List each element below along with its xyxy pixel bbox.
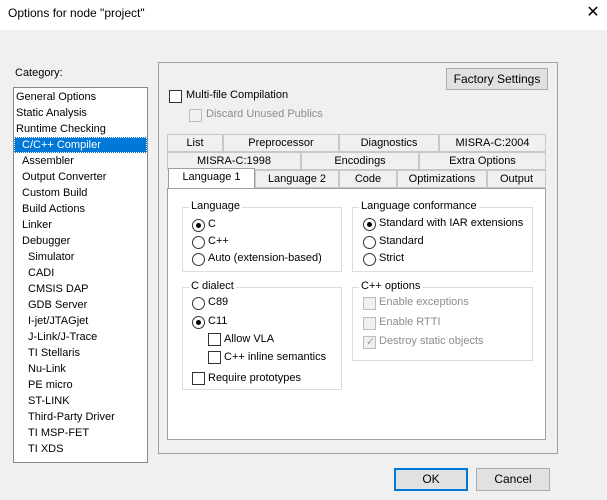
- conformance-strict-label: Strict: [379, 252, 405, 264]
- category-item-debugger[interactable]: Debugger: [14, 233, 147, 249]
- tab-output[interactable]: Output: [487, 170, 546, 188]
- discard-unused-label: Discard Unused Publics: [206, 108, 323, 120]
- tab-language-1[interactable]: Language 1: [168, 168, 255, 188]
- factory-settings-button[interactable]: Factory Settings: [446, 68, 548, 90]
- category-item-j-link[interactable]: J-Link/J-Trace: [14, 329, 147, 345]
- cpp-options-group-title: C++ options: [359, 280, 423, 292]
- language-auto-label: Auto (extension-based): [208, 252, 322, 264]
- destroy-static-label: Destroy static objects: [379, 335, 484, 347]
- checkmark-icon: ✓: [366, 336, 376, 348]
- multi-file-label: Multi-file Compilation: [186, 89, 289, 101]
- conformance-strict-radio[interactable]: [363, 253, 376, 266]
- category-item-linker[interactable]: Linker: [14, 217, 147, 233]
- language-cpp-radio[interactable]: [192, 236, 205, 249]
- require-prototypes-checkbox[interactable]: [192, 372, 205, 385]
- category-item-c-cpp-compiler[interactable]: C/C++ Compiler: [14, 137, 147, 153]
- tab-encodings[interactable]: Encodings: [301, 152, 419, 170]
- category-item-runtime-checking[interactable]: Runtime Checking: [14, 121, 147, 137]
- conformance-standard-radio[interactable]: [363, 236, 376, 249]
- tab-extra-options[interactable]: Extra Options: [419, 152, 546, 170]
- cpp-inline-checkbox[interactable]: [208, 351, 221, 364]
- enable-rtti-checkbox[interactable]: [363, 317, 376, 330]
- cpp-inline-label: C++ inline semantics: [224, 351, 327, 363]
- tab-language-2[interactable]: Language 2: [255, 170, 339, 188]
- category-label: Category:: [15, 67, 63, 79]
- dialect-c89-radio[interactable]: [192, 297, 205, 310]
- c-dialect-group-title: C dialect: [189, 280, 236, 292]
- category-item-gdb-server[interactable]: GDB Server: [14, 297, 147, 313]
- require-prototypes-label: Require prototypes: [208, 372, 301, 384]
- category-item-cadi[interactable]: CADI: [14, 265, 147, 281]
- tab-optimizations[interactable]: Optimizations: [397, 170, 487, 188]
- category-item-static-analysis[interactable]: Static Analysis: [14, 105, 147, 121]
- category-item-build-actions[interactable]: Build Actions: [14, 201, 147, 217]
- language-group-title: Language: [189, 200, 242, 212]
- radio-dot: [196, 320, 201, 325]
- tab-code[interactable]: Code: [339, 170, 397, 188]
- category-item-ti-stellaris[interactable]: TI Stellaris: [14, 345, 147, 361]
- language-c-label: C: [208, 218, 216, 230]
- category-item-simulator[interactable]: Simulator: [14, 249, 147, 265]
- language-cpp-label: C++: [208, 235, 229, 247]
- dialect-c89-label: C89: [208, 296, 229, 308]
- conformance-iar-radio[interactable]: [363, 218, 376, 231]
- tab-preprocessor[interactable]: Preprocessor: [223, 134, 339, 152]
- radio-dot: [367, 222, 372, 227]
- radio-dot: [196, 223, 201, 228]
- category-item-output-converter[interactable]: Output Converter: [14, 169, 147, 185]
- enable-rtti-label: Enable RTTI: [379, 316, 441, 328]
- close-icon[interactable]: ✕: [582, 2, 604, 24]
- enable-exceptions-checkbox[interactable]: [363, 297, 376, 310]
- enable-exceptions-label: Enable exceptions: [379, 296, 469, 308]
- discard-unused-checkbox[interactable]: [189, 109, 202, 122]
- allow-vla-label: Allow VLA: [224, 333, 275, 345]
- conformance-iar-label: Standard with IAR extensions: [379, 217, 524, 229]
- tab-misra-2004[interactable]: MISRA-C:2004: [439, 134, 546, 152]
- window-title: Options for node "project": [8, 6, 145, 20]
- ok-button[interactable]: OK: [394, 468, 468, 491]
- cancel-button[interactable]: Cancel: [476, 468, 550, 491]
- conformance-group-title: Language conformance: [359, 200, 479, 212]
- category-item-nu-link[interactable]: Nu-Link: [14, 361, 147, 377]
- language-auto-radio[interactable]: [192, 253, 205, 266]
- dialect-c11-radio[interactable]: [192, 316, 205, 329]
- language-c-radio[interactable]: [192, 219, 205, 232]
- category-item-general-options[interactable]: General Options: [14, 89, 147, 105]
- category-item-pe-micro[interactable]: PE micro: [14, 377, 147, 393]
- allow-vla-checkbox[interactable]: [208, 333, 221, 346]
- tab-diagnostics[interactable]: Diagnostics: [339, 134, 439, 152]
- multi-file-checkbox[interactable]: [169, 90, 182, 103]
- category-item-assembler[interactable]: Assembler: [14, 153, 147, 169]
- category-item-i-jet[interactable]: I-jet/JTAGjet: [14, 313, 147, 329]
- category-item-ti-msp-fet[interactable]: TI MSP-FET: [14, 425, 147, 441]
- tab-list[interactable]: List: [167, 134, 223, 152]
- destroy-static-checkbox[interactable]: ✓: [363, 336, 376, 349]
- conformance-standard-label: Standard: [379, 235, 424, 247]
- category-item-ti-xds[interactable]: TI XDS: [14, 441, 147, 457]
- category-item-st-link[interactable]: ST-LINK: [14, 393, 147, 409]
- category-item-cmsis-dap[interactable]: CMSIS DAP: [14, 281, 147, 297]
- category-list[interactable]: General Options Static Analysis Runtime …: [13, 87, 148, 463]
- category-item-third-party-driver[interactable]: Third-Party Driver: [14, 409, 147, 425]
- category-item-custom-build[interactable]: Custom Build: [14, 185, 147, 201]
- dialect-c11-label: C11: [208, 315, 228, 327]
